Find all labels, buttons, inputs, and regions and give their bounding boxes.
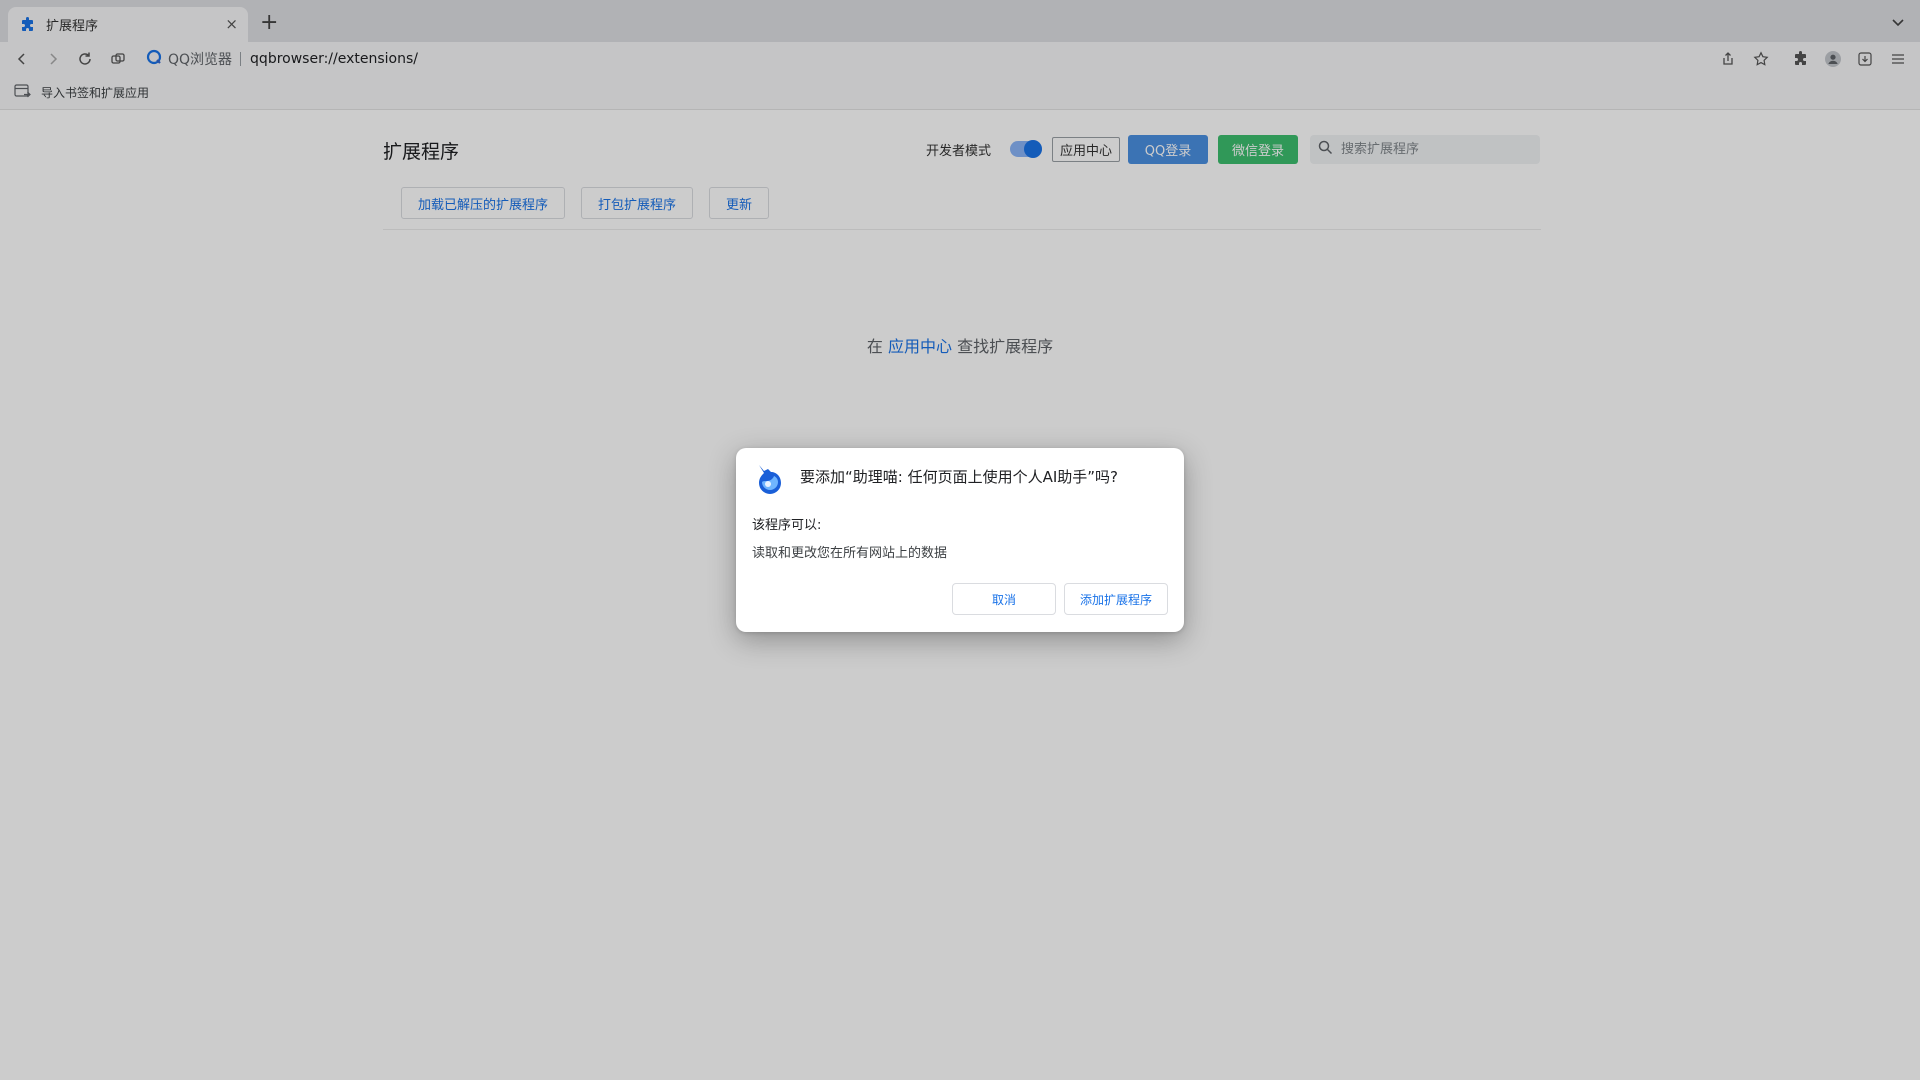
assistant-cat-icon [754,462,784,496]
add-extension-button[interactable]: 添加扩展程序 [1064,583,1168,615]
dialog-title: 要添加“助理喵: 任何页面上使用个人AI助手”吗? [800,468,1119,486]
add-extension-dialog: 要添加“助理喵: 任何页面上使用个人AI助手”吗? 该程序可以: 读取和更改您在… [736,448,1184,632]
permission-item: 读取和更改您在所有网站上的数据 [752,546,948,561]
permissions-label: 该程序可以: [752,518,822,533]
cancel-button[interactable]: 取消 [952,583,1056,615]
